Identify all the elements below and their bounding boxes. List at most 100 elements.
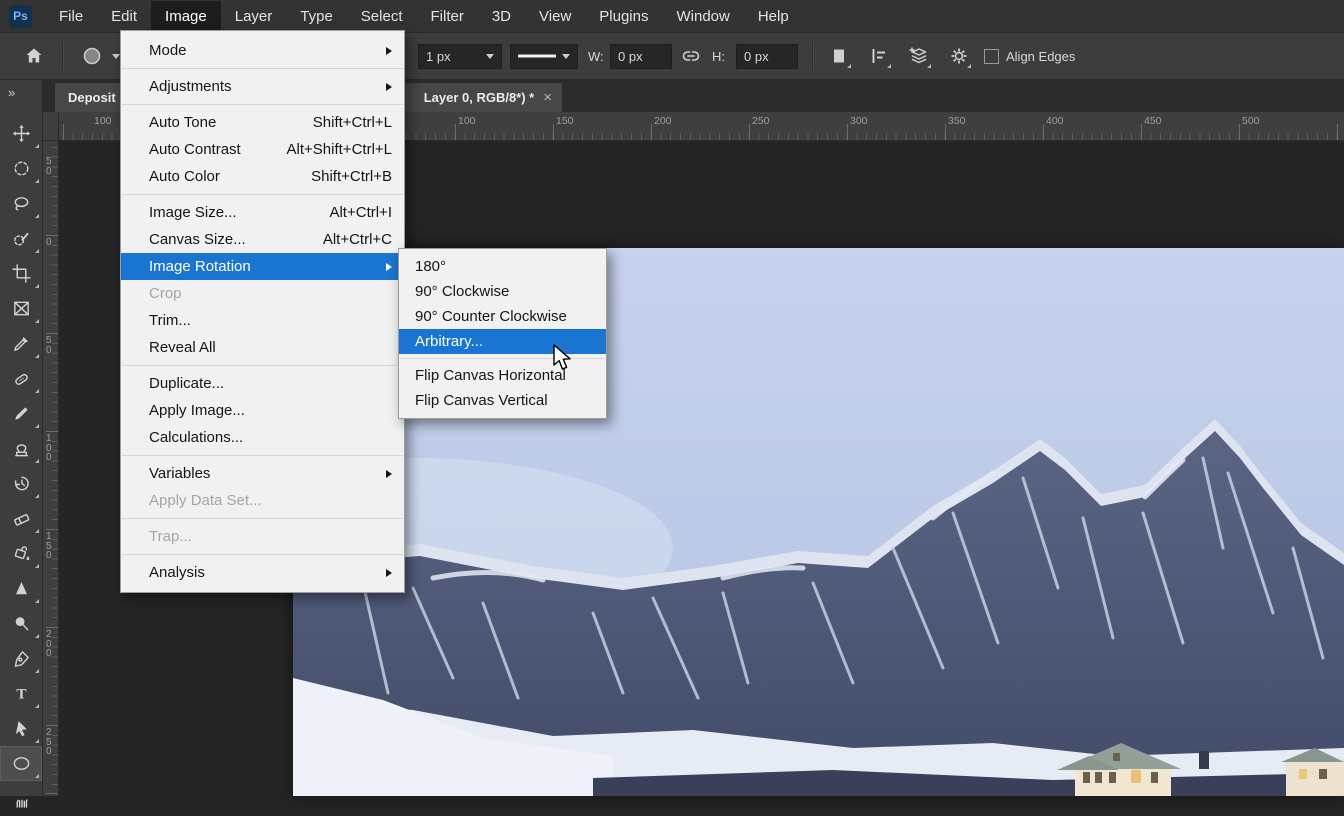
ruler-label: 250 xyxy=(46,727,52,757)
document-tab-title-start: Deposit xyxy=(68,90,116,105)
brush-tool[interactable] xyxy=(0,396,42,431)
home-icon xyxy=(26,48,42,63)
menubar-item-file[interactable]: File xyxy=(45,1,97,32)
menu-item-variables[interactable]: Variables xyxy=(121,460,404,487)
sharpen-tool[interactable] xyxy=(0,571,42,606)
menubar-item-view[interactable]: View xyxy=(525,1,585,32)
ruler-label: 150 xyxy=(46,531,52,561)
stroke-style-dropdown[interactable] xyxy=(510,33,578,79)
menu-item-mode[interactable]: Mode xyxy=(121,37,404,64)
submenu-item-arbitrary[interactable]: Arbitrary... xyxy=(399,329,606,354)
menu-separator xyxy=(122,554,403,555)
divider xyxy=(812,41,814,71)
crop-tool[interactable] xyxy=(0,256,42,291)
eyedropper-tool[interactable] xyxy=(0,326,42,361)
lasso-tool[interactable] xyxy=(0,186,42,221)
menu-item-duplicate[interactable]: Duplicate... xyxy=(121,370,404,397)
elliptical-marquee-tool[interactable] xyxy=(0,151,42,186)
link-dimensions-button[interactable] xyxy=(680,33,702,79)
menubar-item-image[interactable]: Image xyxy=(151,0,221,32)
stroke-width-dropdown[interactable]: 1 px xyxy=(418,33,502,79)
ruler-corner xyxy=(42,112,59,141)
healing-brush-tool[interactable] xyxy=(0,361,42,396)
close-icon[interactable]: × xyxy=(543,89,552,106)
ellipse-tool[interactable] xyxy=(0,746,42,781)
toolbar-expander[interactable]: » xyxy=(0,79,42,116)
menu-item-reveal-all[interactable]: Reveal All xyxy=(121,334,404,361)
menubar-item-plugins[interactable]: Plugins xyxy=(585,1,662,32)
menu-item-trim[interactable]: Trim... xyxy=(121,307,404,334)
checkbox-icon xyxy=(984,48,999,64)
type-tool[interactable]: T xyxy=(0,676,42,711)
path-selection-tool[interactable] xyxy=(0,711,42,746)
eraser-tool[interactable] xyxy=(0,501,42,536)
stroke-style-line-icon xyxy=(518,54,556,58)
clone-stamp-tool[interactable] xyxy=(0,431,42,466)
menu-item-calculations[interactable]: Calculations... xyxy=(121,424,404,451)
menubar-item-help[interactable]: Help xyxy=(744,1,803,32)
menu-item-auto-tone[interactable]: Auto Tone Shift+Ctrl+L xyxy=(121,109,404,136)
move-tool[interactable] xyxy=(0,116,42,151)
submenu-arrow-icon xyxy=(386,262,392,271)
menubar-item-edit[interactable]: Edit xyxy=(97,1,151,32)
align-edges-label: Align Edges xyxy=(1006,48,1076,64)
menu-item-analysis[interactable]: Analysis xyxy=(121,559,404,586)
submenu-arrow-icon xyxy=(386,568,392,577)
menu-separator xyxy=(122,518,403,519)
menu-item-image-rotation[interactable]: Image Rotation xyxy=(121,253,404,280)
menu-item-canvas-size[interactable]: Canvas Size... Alt+Ctrl+C xyxy=(121,226,404,253)
history-brush-tool[interactable] xyxy=(0,466,42,501)
menu-item-apply-image[interactable]: Apply Image... xyxy=(121,397,404,424)
menu-separator xyxy=(122,194,403,195)
ruler-label: 0 xyxy=(46,237,52,248)
submenu-item-90-clockwise[interactable]: 90° Clockwise xyxy=(399,279,606,304)
tool-bar: » T xyxy=(0,79,43,808)
shape-settings-button[interactable] xyxy=(944,33,974,79)
align-edges-checkbox[interactable]: Align Edges xyxy=(984,33,1075,79)
ruler-label: 400 xyxy=(1046,115,1064,127)
frame-tool[interactable] xyxy=(0,291,42,326)
divider xyxy=(62,41,64,71)
submenu-item-180[interactable]: 180° xyxy=(399,254,606,279)
dodge-tool[interactable] xyxy=(0,606,42,641)
path-arrangement-button[interactable] xyxy=(904,33,934,79)
paint-bucket-tool[interactable] xyxy=(0,536,42,571)
ruler-label: 450 xyxy=(1144,115,1162,127)
menu-item-adjustments[interactable]: Adjustments xyxy=(121,73,404,100)
submenu-item-90-counter-clockwise[interactable]: 90° Counter Clockwise xyxy=(399,304,606,329)
path-alignment-button[interactable] xyxy=(864,33,894,79)
path-alignment-icon xyxy=(872,49,885,63)
menubar-item-filter[interactable]: Filter xyxy=(417,1,478,32)
shape-height-field[interactable]: 0 px xyxy=(736,33,798,79)
photoshop-logo: Ps xyxy=(9,4,32,28)
chevron-down-icon xyxy=(486,53,494,59)
submenu-arrow-icon xyxy=(386,46,392,55)
hand-tool[interactable] xyxy=(0,781,42,816)
menubar-item-layer[interactable]: Layer xyxy=(221,1,287,32)
ruler-label: 100 xyxy=(458,115,476,127)
menu-separator xyxy=(400,358,605,359)
object-selection-tool[interactable] xyxy=(0,221,42,256)
menu-item-auto-contrast[interactable]: Auto Contrast Alt+Shift+Ctrl+L xyxy=(121,136,404,163)
chevron-down-icon xyxy=(112,53,120,59)
menubar-item-type[interactable]: Type xyxy=(286,1,347,32)
menu-separator xyxy=(122,365,403,366)
ruler-label: 100 xyxy=(46,433,52,463)
shortcut: Shift+Ctrl+B xyxy=(311,168,392,185)
menu-item-auto-color[interactable]: Auto Color Shift+Ctrl+B xyxy=(121,163,404,190)
submenu-item-flip-canvas-vertical[interactable]: Flip Canvas Vertical xyxy=(399,388,606,413)
menubar-item-3d[interactable]: 3D xyxy=(478,1,525,32)
pen-tool[interactable] xyxy=(0,641,42,676)
menubar-item-select[interactable]: Select xyxy=(347,1,417,32)
path-operations-button[interactable] xyxy=(824,33,854,79)
submenu-item-flip-canvas-horizontal[interactable]: Flip Canvas Horizontal xyxy=(399,363,606,388)
home-button[interactable] xyxy=(24,33,44,79)
shape-width-value: 0 px xyxy=(618,48,643,64)
menu-item-image-size[interactable]: Image Size... Alt+Ctrl+I xyxy=(121,199,404,226)
ruler-label: 50 xyxy=(46,156,52,177)
menubar-item-window[interactable]: Window xyxy=(662,1,743,32)
submenu-arrow-icon xyxy=(386,82,392,91)
tool-preset-picker[interactable] xyxy=(80,33,120,79)
ruler-label: 500 xyxy=(1242,115,1260,127)
shape-width-field[interactable]: 0 px xyxy=(610,33,672,79)
